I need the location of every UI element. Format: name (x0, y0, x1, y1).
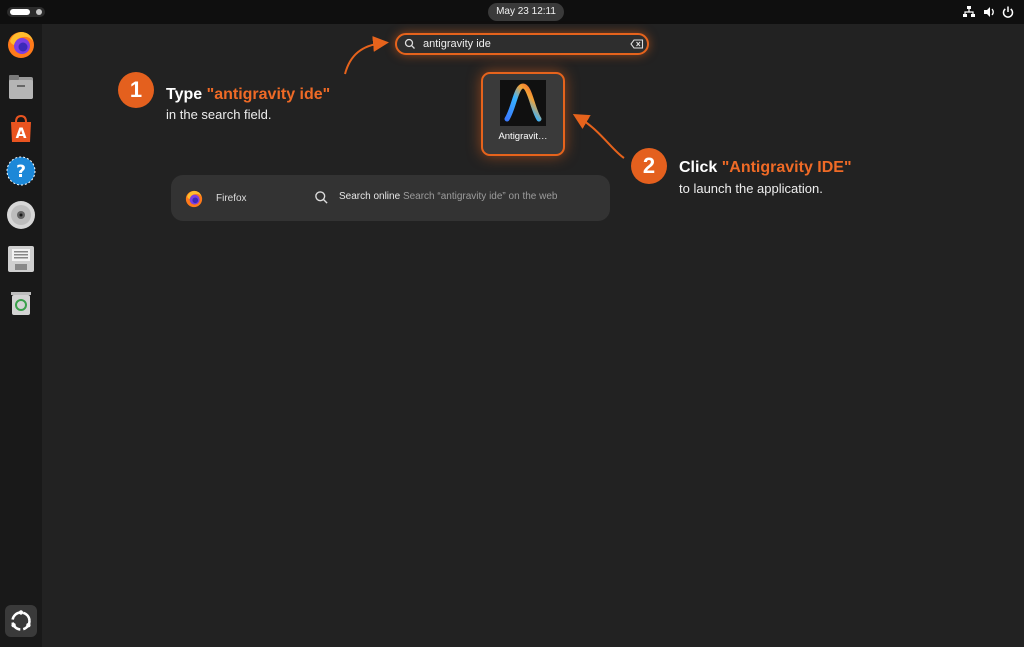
backspace-icon[interactable] (630, 39, 644, 49)
antigravity-app-label: Antigravit… (498, 131, 548, 142)
help-icon[interactable]: ? (5, 155, 37, 187)
search-online-line: Search online Search “antigravity ide” o… (339, 191, 557, 202)
arrow-step2 (572, 113, 625, 159)
files-icon[interactable] (5, 71, 37, 103)
svg-text:A: A (16, 126, 27, 142)
svg-text:?: ? (16, 162, 26, 182)
step-2-title: Click "Antigravity IDE" (679, 159, 852, 177)
disc-icon[interactable] (5, 199, 37, 231)
antigravity-app-tile[interactable] (481, 72, 565, 156)
app-center-icon[interactable]: A (5, 113, 37, 145)
show-apps-icon[interactable] (5, 605, 37, 637)
search-icon (315, 191, 328, 204)
firefox-icon[interactable] (5, 29, 37, 61)
firefox-icon (185, 190, 203, 208)
top-bar: May 23 12:11 (0, 0, 1024, 24)
dock: A ? (0, 24, 42, 647)
workspace-indicator-active (10, 9, 30, 15)
arrow-step1 (344, 35, 389, 75)
search-input[interactable]: antigravity ide (395, 33, 649, 55)
search-online-description: Search “antigravity ide” on the web (402, 191, 558, 202)
floppy-save-icon[interactable] (5, 243, 37, 275)
step-1-subtitle: in the search field. (166, 107, 272, 122)
step-1-highlight: "antigravity ide" (206, 86, 331, 103)
step-1-prefix: Type (166, 86, 207, 103)
volume-icon[interactable] (982, 5, 996, 19)
step-1-title: Type "antigravity ide" (166, 86, 330, 104)
search-results-row: Firefox Search online Search “antigravit… (171, 175, 610, 221)
step-2-badge: 2 (631, 148, 667, 184)
search-icon (404, 38, 415, 49)
firefox-result[interactable]: Firefox (181, 184, 291, 212)
antigravity-icon (500, 80, 546, 126)
search-query-text: antigravity ide (423, 38, 491, 50)
clock-button[interactable]: May 23 12:11 (488, 3, 564, 21)
step-2-subtitle: to launch the application. (679, 181, 823, 196)
workspace-indicator (36, 9, 42, 15)
step-2-highlight: "Antigravity IDE" (721, 159, 852, 176)
step-1-badge: 1 (118, 72, 154, 108)
network-icon[interactable] (962, 5, 976, 19)
trash-icon[interactable] (5, 286, 37, 318)
power-icon[interactable] (1001, 5, 1015, 19)
step-2-prefix: Click (679, 159, 722, 176)
activities-button[interactable] (7, 7, 45, 17)
search-online-label: Search online (339, 191, 401, 202)
firefox-result-label: Firefox (216, 193, 247, 204)
search-online-result[interactable]: Search online Search “antigravity ide” o… (306, 184, 601, 212)
